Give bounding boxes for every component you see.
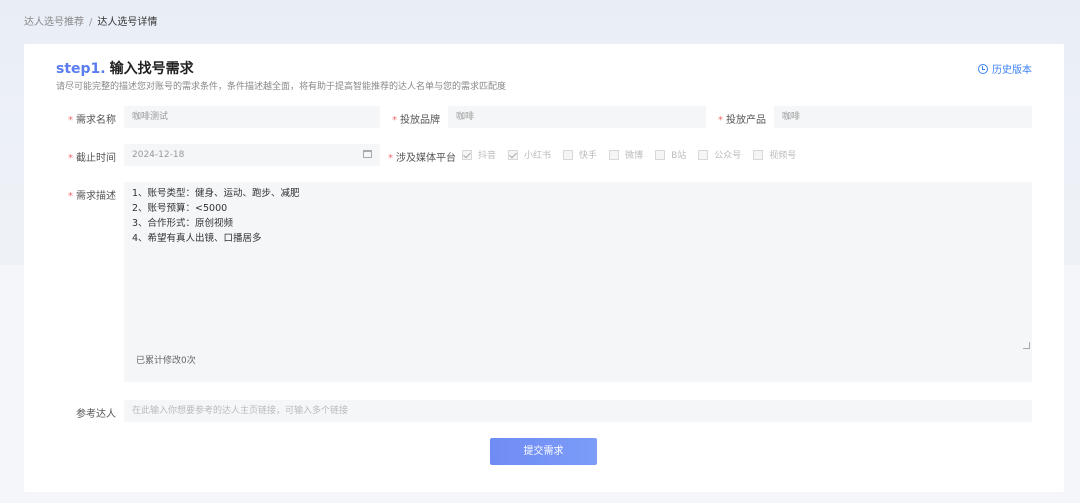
page-title: step1. 输入找号需求 <box>56 58 194 78</box>
deadline-label: * 截止时间 <box>68 153 116 164</box>
breadcrumb-current: 达人选号详情 <box>97 17 158 28</box>
checkbox-icon[interactable] <box>753 149 764 160</box>
description-textarea[interactable]: 1、账号类型：健身、运动、跑步、减肥 2、账号预算：<5000 3、合作形式：原… <box>124 182 1032 382</box>
title-text: 输入找号需求 <box>109 61 194 77</box>
demand-name-label: * 需求名称 <box>68 115 116 126</box>
step-label: step1. <box>56 61 106 77</box>
form-card: step1. 输入找号需求 请尽可能完整的描述您对账号的需求条件，条件描述越全面，… <box>24 44 1064 492</box>
checkbox-icon[interactable] <box>698 149 709 160</box>
platform-option-channels[interactable]: 视频号 <box>753 148 796 161</box>
demand-name-input[interactable]: 咖啡测试 <box>124 106 380 128</box>
clock-icon <box>978 63 988 74</box>
description-label: * 需求描述 <box>68 191 116 202</box>
description-line: 3、合作形式：原创视频 <box>132 218 234 229</box>
platform-option-official-account[interactable]: 公众号 <box>698 148 741 161</box>
checkbox-checked-icon[interactable] <box>508 149 519 160</box>
reference-input[interactable]: 在此输入你想要参考的达人主页链接，可输入多个链接 <box>124 400 1032 422</box>
platform-option-bilibili[interactable]: B站 <box>655 148 686 161</box>
product-input[interactable]: 咖啡 <box>774 106 1032 128</box>
description-line: 4、希望有真人出镜、口播居多 <box>132 233 262 244</box>
checkbox-checked-icon[interactable] <box>462 149 472 160</box>
platform-option-douyin[interactable]: 抖音 <box>462 148 496 161</box>
product-label: * 投放产品 <box>718 115 766 126</box>
page-subtitle: 请尽可能完整的描述您对账号的需求条件，条件描述越全面，将有助于提高智能推荐的达人… <box>56 82 507 92</box>
description-line: 1、账号类型：健身、运动、跑步、减肥 <box>132 188 300 199</box>
breadcrumb-separator: / <box>89 17 93 28</box>
history-label: 历史版本 <box>992 65 1032 76</box>
checkbox-icon[interactable] <box>563 149 574 160</box>
platforms-label: * 涉及媒体平台 <box>388 153 456 164</box>
platform-option-weibo[interactable]: 微博 <box>609 148 643 161</box>
breadcrumb-parent[interactable]: 达人选号推荐 <box>24 17 84 28</box>
edit-count-text: 已累计修改0次 <box>136 356 196 366</box>
platform-option-xiaohongshu[interactable]: 小红书 <box>508 148 551 161</box>
brand-input[interactable]: 咖啡 <box>448 106 706 128</box>
platform-option-kuaishou[interactable]: 快手 <box>563 148 597 161</box>
checkbox-icon[interactable] <box>609 149 620 160</box>
reference-label: 参考达人 <box>76 409 116 420</box>
checkbox-icon[interactable] <box>655 149 666 160</box>
calendar-icon <box>363 150 372 158</box>
resize-handle-icon[interactable] <box>1023 342 1030 349</box>
platform-checkbox-group: 抖音 小红书 快手 微博 B站 公众号 视频号 <box>462 148 808 161</box>
history-version-link[interactable]: 历史版本 <box>978 61 1032 76</box>
deadline-date-picker[interactable]: 2024-12-18 <box>124 144 380 166</box>
description-line: 2、账号预算：<5000 <box>132 203 228 214</box>
submit-button[interactable]: 提交需求 <box>490 438 597 465</box>
breadcrumb: 达人选号推荐 / 达人选号详情 <box>24 13 157 28</box>
brand-label: * 投放品牌 <box>392 115 440 126</box>
